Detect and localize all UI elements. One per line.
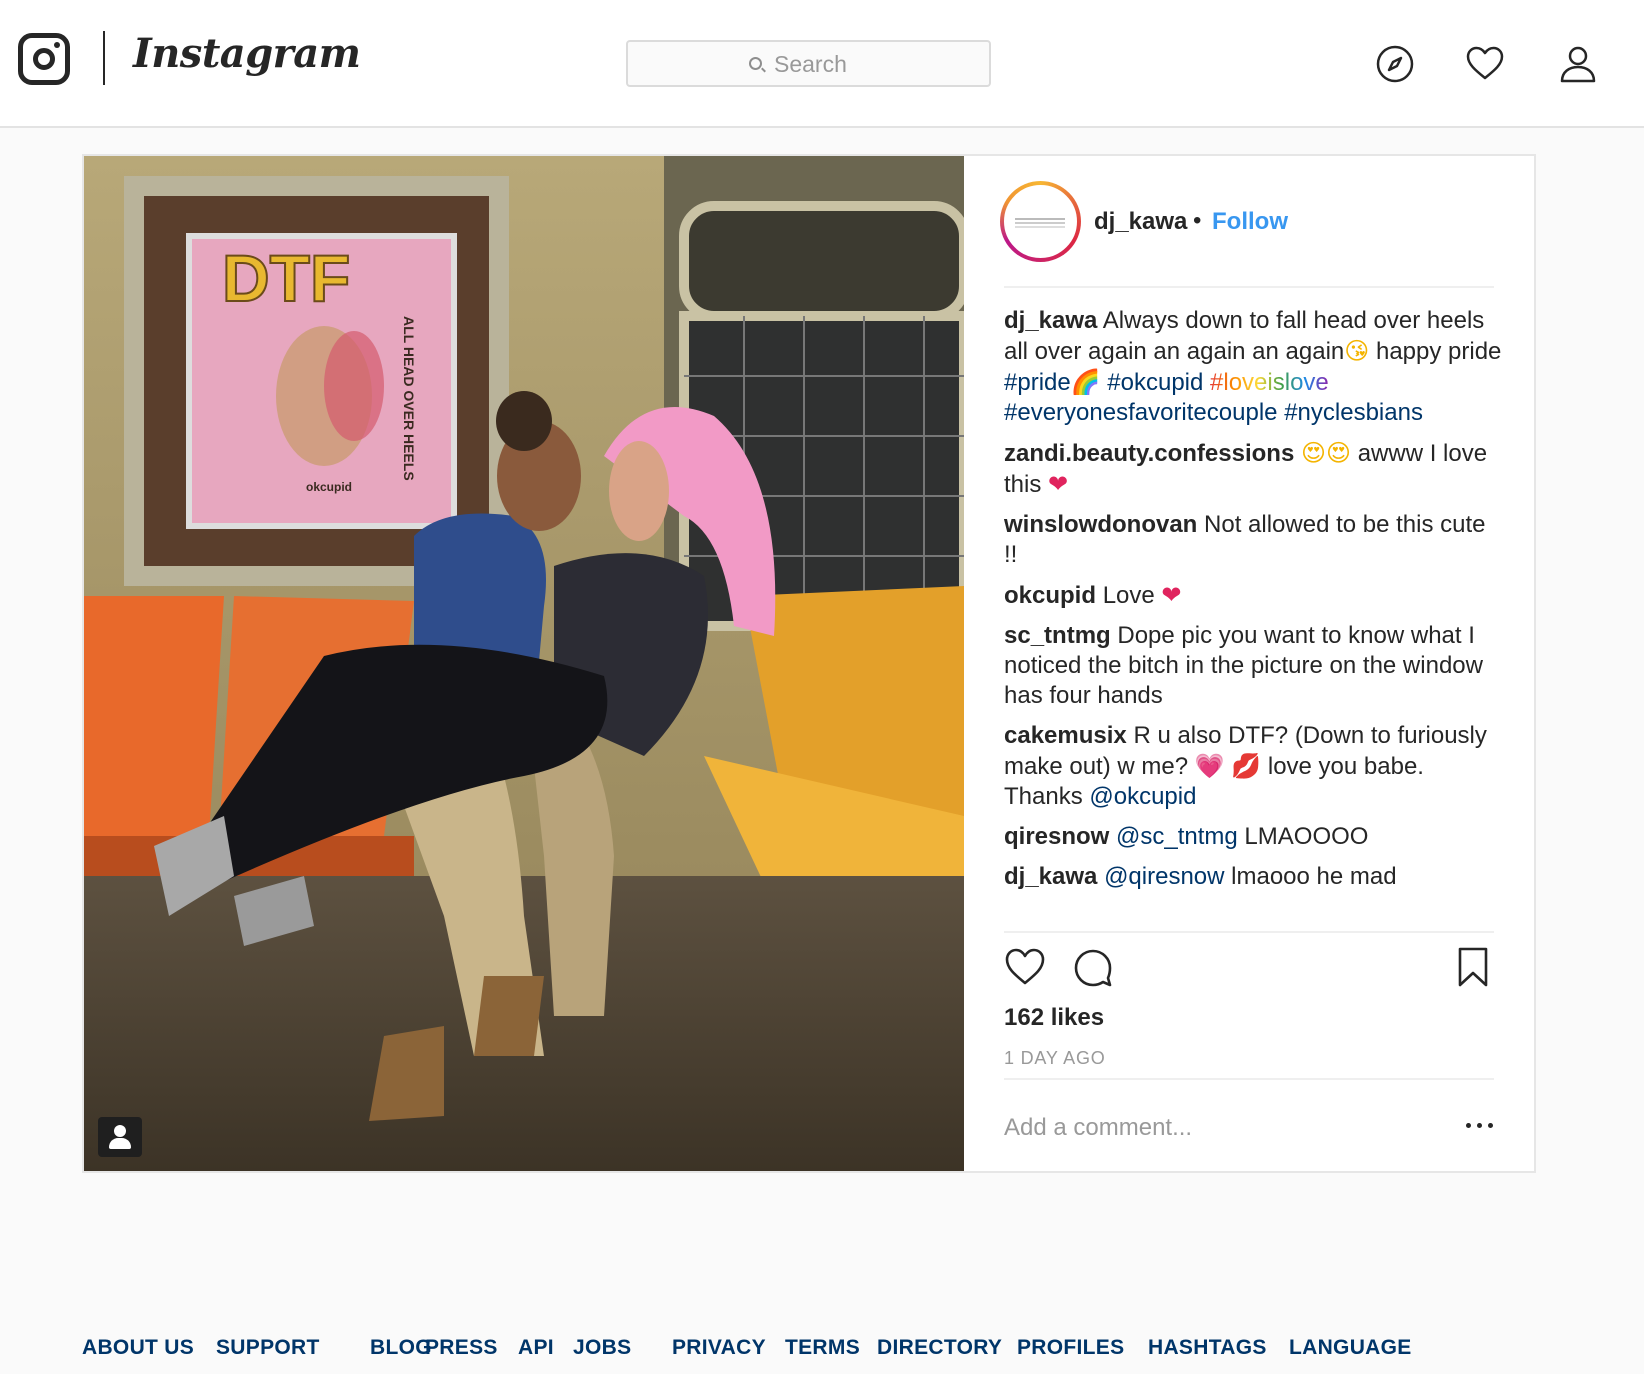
search-input[interactable] xyxy=(774,48,974,80)
add-comment-input[interactable] xyxy=(1004,1108,1424,1148)
footer-link-about-us[interactable]: ABOUT US xyxy=(82,1336,194,1360)
author-avatar[interactable] xyxy=(1000,181,1081,262)
hashtag-link[interactable]: #loveislove xyxy=(1210,369,1329,396)
comment-username[interactable]: dj_kawa xyxy=(1004,863,1097,890)
footer-link-profiles[interactable]: PROFILES xyxy=(1017,1336,1124,1360)
footer-link-terms[interactable]: TERMS xyxy=(785,1336,860,1360)
instagram-camera-icon[interactable] xyxy=(18,33,70,85)
follow-button[interactable]: Follow xyxy=(1212,208,1288,236)
emoji: 🌈 xyxy=(1070,368,1101,396)
footer-link-language[interactable]: LANGUAGE xyxy=(1289,1336,1412,1360)
comment-item: okcupid Love ❤ xyxy=(1004,580,1504,611)
comment-item: dj_kawa Always down to fall head over he… xyxy=(1004,306,1504,428)
hashtag-link[interactable]: #everyonesfavoritecouple xyxy=(1004,399,1278,426)
separator-dot: • xyxy=(1193,207,1202,234)
comment-item: zandi.beauty.confessions 😍😍 awww I love … xyxy=(1004,438,1504,500)
more-options-icon[interactable] xyxy=(1464,1113,1496,1137)
save-bookmark-icon[interactable] xyxy=(1452,946,1494,988)
post-photo[interactable]: DTF ALL HEAD OVER HEELS okcupid xyxy=(84,156,964,1171)
comment-item: winslowdonovan Not allowed to be this cu… xyxy=(1004,510,1504,570)
comment-item: qiresnow @sc_tntmg LMAOOOO xyxy=(1004,822,1504,852)
footer-links: ABOUT US SUPPORT BLOG PRESS API JOBS PRIVACY TE… xyxy=(82,1336,1582,1366)
footer-link-directory[interactable]: DIRECTORY xyxy=(877,1336,1002,1360)
instagram-wordmark[interactable]: Instagram xyxy=(133,30,361,77)
emoji: 💗 xyxy=(1194,752,1225,780)
comment-username[interactable]: zandi.beauty.confessions xyxy=(1004,440,1294,467)
emoji: 😍 xyxy=(1326,439,1352,467)
comment-username[interactable]: cakemusix xyxy=(1004,722,1127,749)
emoji: 😍 xyxy=(1300,439,1326,467)
comment-username[interactable]: dj_kawa xyxy=(1004,307,1097,334)
footer-link-press[interactable]: PRESS xyxy=(425,1336,498,1360)
comment-text: Love xyxy=(1102,582,1162,609)
logo-divider xyxy=(103,31,105,85)
actions-divider xyxy=(1004,1078,1494,1080)
subway-photo-illustration: DTF ALL HEAD OVER HEELS okcupid xyxy=(84,156,964,1171)
emoji: 💋 xyxy=(1231,752,1262,780)
like-heart-icon[interactable] xyxy=(1004,946,1046,988)
comment-username[interactable]: qiresnow xyxy=(1004,823,1109,850)
comment-text: happy pride xyxy=(1369,338,1502,365)
mention-link[interactable]: @okcupid xyxy=(1089,783,1196,810)
search-box[interactable] xyxy=(626,40,991,87)
footer-link-privacy[interactable]: PRIVACY xyxy=(672,1336,766,1360)
post-timestamp: 1 DAY AGO xyxy=(1004,1048,1106,1068)
author-username[interactable]: dj_kawa xyxy=(1094,208,1187,236)
footer-link-api[interactable]: API xyxy=(518,1336,554,1360)
post-actions xyxy=(1004,946,1494,996)
comment-username[interactable]: sc_tntmg xyxy=(1004,622,1111,649)
footer-link-jobs[interactable]: JOBS xyxy=(573,1336,631,1360)
top-navigation-bar: Instagram xyxy=(0,0,1644,128)
emoji: 😘 xyxy=(1344,337,1370,365)
footer-link-blog[interactable]: BLOG xyxy=(370,1336,432,1360)
mention-link[interactable]: @qiresnow xyxy=(1104,863,1224,890)
comments-divider xyxy=(1004,931,1494,933)
comment-username[interactable]: winslowdonovan xyxy=(1004,511,1197,538)
search-icon xyxy=(749,57,762,70)
emoji: ❤ xyxy=(1161,581,1182,609)
footer-link-support[interactable]: SUPPORT xyxy=(216,1336,320,1360)
mention-link[interactable]: @sc_tntmg xyxy=(1116,823,1238,850)
post-header: dj_kawa • Follow xyxy=(964,156,1534,286)
comment-item: dj_kawa @qiresnow lmaooo he mad xyxy=(1004,862,1504,892)
comment-text: LMAOOOO xyxy=(1237,823,1369,850)
post-card: DTF ALL HEAD OVER HEELS okcupid dj_kawa … xyxy=(82,154,1536,1173)
likes-count[interactable]: 162 likes xyxy=(1004,1004,1104,1032)
post-sidebar: dj_kawa • Follow dj_kawa Always down to … xyxy=(964,156,1534,1171)
poster-side-text: ALL HEAD OVER HEELS xyxy=(401,316,417,481)
comment-text: lmaooo he mad xyxy=(1224,863,1397,890)
hashtag-link[interactable]: #okcupid xyxy=(1107,369,1203,396)
tagged-people-icon[interactable] xyxy=(98,1117,142,1157)
profile-person-icon[interactable] xyxy=(1558,44,1598,84)
comment-bubble-icon[interactable] xyxy=(1072,946,1114,988)
comment-item: cakemusix R u also DTF? (Down to furious… xyxy=(1004,721,1504,812)
comment-username[interactable]: okcupid xyxy=(1004,582,1096,609)
poster-brand: okcupid xyxy=(306,480,352,494)
poster-headline: DTF xyxy=(222,241,350,315)
header-divider xyxy=(1004,286,1494,288)
hashtag-link[interactable]: #pride xyxy=(1004,369,1071,396)
activity-heart-icon[interactable] xyxy=(1465,44,1505,84)
explore-compass-icon[interactable] xyxy=(1375,44,1415,84)
hashtag-link[interactable]: #nyclesbians xyxy=(1284,399,1423,426)
footer-link-hashtags[interactable]: HASHTAGS xyxy=(1148,1336,1267,1360)
emoji: ❤ xyxy=(1048,470,1069,498)
comment-item: sc_tntmg Dope pic you want to know what … xyxy=(1004,621,1504,711)
